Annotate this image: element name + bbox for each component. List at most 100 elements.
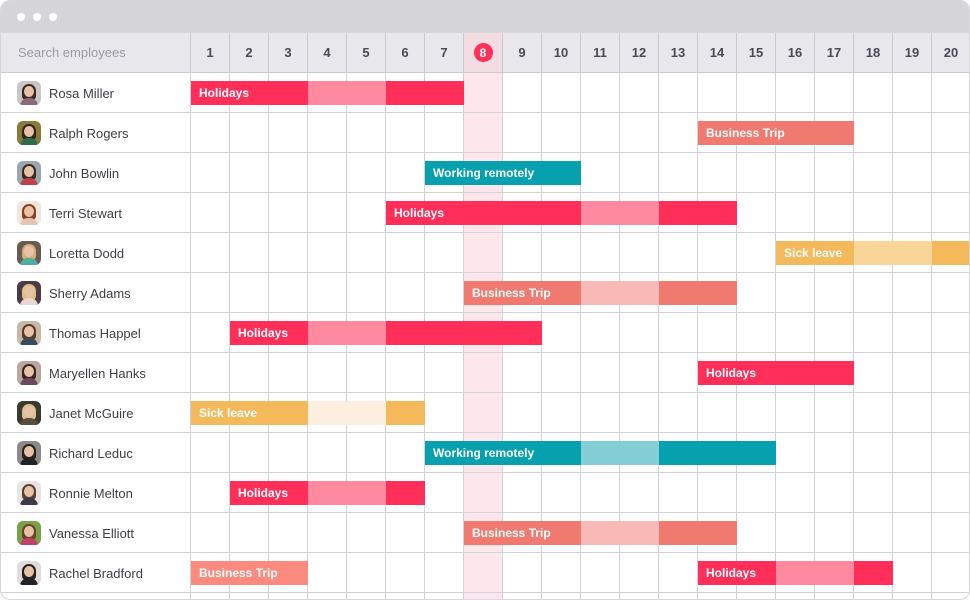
event-day-segment <box>347 321 386 345</box>
avatar <box>17 401 41 425</box>
day-header-16[interactable]: 16 <box>776 33 815 72</box>
event-label: Working remotely <box>433 166 535 180</box>
day-header-18[interactable]: 18 <box>854 33 893 72</box>
employee-name: Vanessa Elliott <box>49 525 135 541</box>
window-control-dot[interactable] <box>33 13 41 21</box>
event-day-segment <box>698 441 737 465</box>
event-bar-holidays[interactable]: Holidays <box>191 81 464 105</box>
event-day-segment <box>659 281 698 305</box>
event-bar-holidays[interactable]: Holidays <box>698 361 854 385</box>
day-header-10[interactable]: 10 <box>542 33 581 72</box>
event-day-segment <box>542 201 581 225</box>
day-number: 18 <box>865 45 881 60</box>
day-number: 3 <box>284 45 292 60</box>
event-bar-holidays[interactable]: Holidays <box>698 561 893 585</box>
event-label: Sick leave <box>784 246 843 260</box>
day-number: 5 <box>362 45 370 60</box>
event-day-segment <box>659 441 698 465</box>
event-day-segment <box>425 81 464 105</box>
day-number: 12 <box>631 45 647 60</box>
day-header-9[interactable]: 9 <box>503 33 542 72</box>
event-bar-sick-leave[interactable]: Sick leave <box>776 241 969 265</box>
day-header-12[interactable]: 12 <box>620 33 659 72</box>
calendar-header: 1234567891011121314151617181920 <box>1 33 969 73</box>
day-header-19[interactable]: 19 <box>893 33 932 72</box>
avatar <box>17 281 41 305</box>
employee-row[interactable]: Vanessa Elliott <box>1 513 191 553</box>
day-header-14[interactable]: 14 <box>698 33 737 72</box>
event-day-segment <box>815 361 854 385</box>
employee-name: Ronnie Melton <box>49 485 133 501</box>
window-control-dot[interactable] <box>49 13 57 21</box>
event-bar-business-trip[interactable]: Business Trip <box>191 561 308 585</box>
event-bar-business-trip[interactable]: Business Trip <box>464 281 737 305</box>
day-header-13[interactable]: 13 <box>659 33 698 72</box>
event-bar-working-remotely[interactable]: Working remotely <box>425 161 581 185</box>
day-header-3[interactable]: 3 <box>269 33 308 72</box>
day-header-17[interactable]: 17 <box>815 33 854 72</box>
event-label: Holidays <box>199 86 250 100</box>
event-day-segment <box>386 401 425 425</box>
schedule-grid: Rosa Miller Holidays Ralph Rogers Business … <box>1 73 969 599</box>
event-day-segment <box>932 241 969 265</box>
event-bar-sick-leave[interactable]: Sick leave <box>191 401 425 425</box>
day-header-2[interactable]: 2 <box>230 33 269 72</box>
day-number: 2 <box>245 45 253 60</box>
employee-row[interactable]: Janet McGuire <box>1 393 191 433</box>
day-header-7[interactable]: 7 <box>425 33 464 72</box>
day-header-6[interactable]: 6 <box>386 33 425 72</box>
employee-name: Thomas Happel <box>49 325 141 341</box>
avatar <box>17 201 41 225</box>
day-number: 19 <box>904 45 920 60</box>
day-header-5[interactable]: 5 <box>347 33 386 72</box>
day-header-8[interactable]: 8 <box>464 33 503 72</box>
avatar <box>17 241 41 265</box>
event-day-segment <box>386 321 425 345</box>
day-header-4[interactable]: 4 <box>308 33 347 72</box>
event-day-segment <box>308 401 347 425</box>
day-header-20[interactable]: 20 <box>932 33 969 72</box>
employee-row[interactable]: John Bowlin <box>1 153 191 193</box>
day-header-1[interactable]: 1 <box>191 33 230 72</box>
event-day-segment <box>698 201 737 225</box>
avatar <box>17 161 41 185</box>
employee-row[interactable]: Ralph Rogers <box>1 113 191 153</box>
day-header-11[interactable]: 11 <box>581 33 620 72</box>
employee-row[interactable]: Maryellen Hanks <box>1 353 191 393</box>
employee-row[interactable]: Terri Stewart <box>1 193 191 233</box>
day-number: 9 <box>518 45 526 60</box>
event-day-segment <box>581 281 620 305</box>
employee-row[interactable]: Richard Leduc <box>1 433 191 473</box>
day-header-15[interactable]: 15 <box>737 33 776 72</box>
employee-row[interactable]: Rachel Bradford <box>1 553 191 593</box>
event-day-segment <box>659 521 698 545</box>
window-control-dot[interactable] <box>17 13 25 21</box>
event-bar-holidays[interactable]: Holidays <box>230 481 425 505</box>
event-day-segment <box>737 441 776 465</box>
search-employees-input[interactable] <box>1 33 191 72</box>
event-day-segment <box>854 241 893 265</box>
today-badge: 8 <box>473 43 493 62</box>
event-bar-business-trip[interactable]: Business Trip <box>464 521 737 545</box>
day-number: 20 <box>943 45 959 60</box>
event-bar-holidays[interactable]: Holidays <box>230 321 542 345</box>
event-day-segment <box>893 241 932 265</box>
employee-row[interactable]: Ronnie Melton <box>1 473 191 513</box>
event-bar-holidays[interactable]: Holidays <box>386 201 737 225</box>
avatar <box>17 481 41 505</box>
employee-row[interactable]: Sherry Adams <box>1 273 191 313</box>
day-number: 1 <box>206 45 214 60</box>
event-day-segment <box>659 201 698 225</box>
event-bar-working-remotely[interactable]: Working remotely <box>425 441 776 465</box>
event-label: Holidays <box>394 206 445 220</box>
employee-row[interactable]: Thomas Happel <box>1 313 191 353</box>
employee-name: Rachel Bradford <box>49 565 143 581</box>
event-label: Business Trip <box>472 526 551 540</box>
employee-row[interactable]: Rosa Miller <box>1 73 191 113</box>
event-day-segment <box>308 321 347 345</box>
employee-row[interactable]: Loretta Dodd <box>1 233 191 273</box>
event-bar-business-trip[interactable]: Business Trip <box>698 121 854 145</box>
employee-name: Janet McGuire <box>49 405 134 421</box>
event-day-segment <box>542 161 581 185</box>
event-day-segment <box>854 561 893 585</box>
